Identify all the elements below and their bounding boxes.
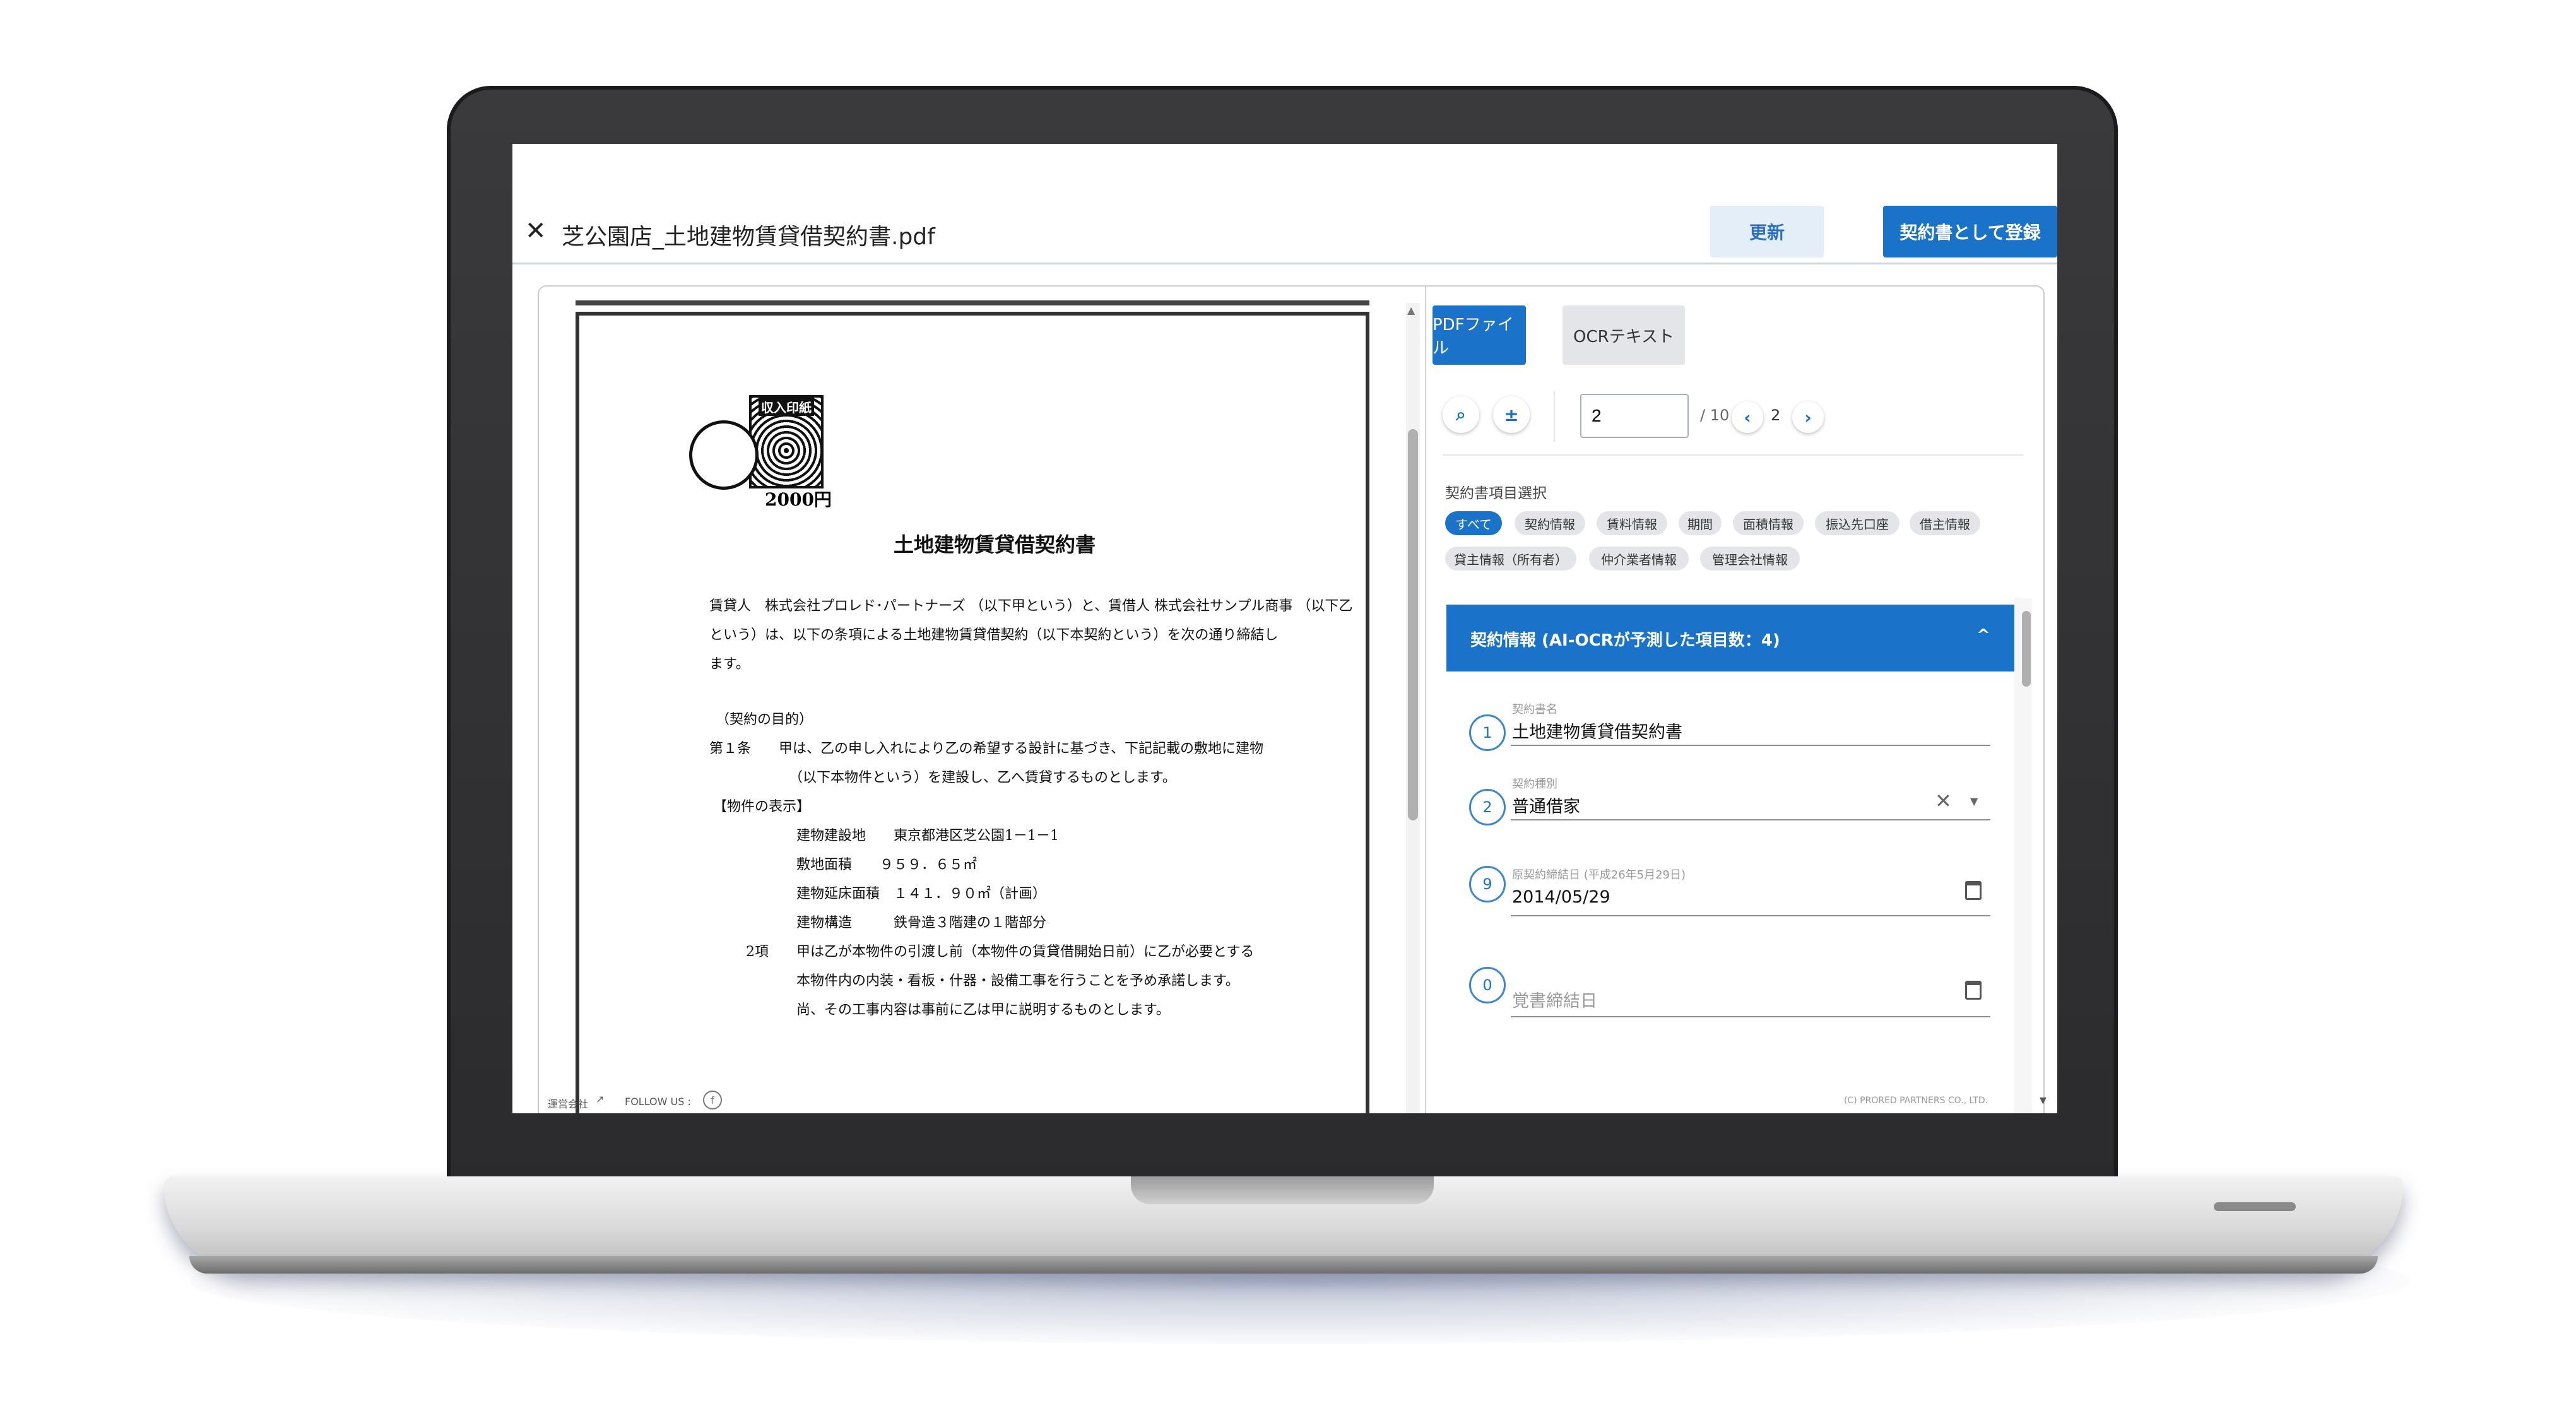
document-line: 賃貸人 株式会社プロレド･パートナーズ （以下甲という）と、賃借人 株式会社サン… xyxy=(709,598,1353,614)
external-link-icon: ↗ xyxy=(596,1093,605,1105)
document-line: という）は、以下の条項による土地建物賃貸借契約（以下本契約という）を次の通り締結… xyxy=(709,627,1279,643)
chip-rent-info[interactable]: 賃料情報 xyxy=(1597,511,1667,535)
app-screen: ✕ 芝公園店_土地建物賃貸借契約書.pdf 更新 契約書として登録 収入印紙 2… xyxy=(512,144,2057,1113)
clear-icon[interactable]: ✕ xyxy=(1935,789,1952,813)
file-title: 芝公園店_土地建物賃貸借契約書.pdf xyxy=(562,224,935,250)
scroll-up-arrow-icon[interactable]: ▲ xyxy=(1407,304,1415,316)
prev-page-icon[interactable]: ‹ xyxy=(1732,401,1763,433)
section-title: 契約情報 (AI-OCRが予測した項目数：4) xyxy=(1470,631,1780,650)
field-underline xyxy=(1511,819,1990,820)
field-number-badge: 2 xyxy=(1469,789,1506,825)
chip-period[interactable]: 期間 xyxy=(1679,511,1722,535)
dropdown-arrow-icon[interactable]: ▼ xyxy=(1970,795,1978,807)
tab-ocr-text[interactable]: OCRテキスト xyxy=(1563,305,1685,365)
chip-all[interactable]: すべて xyxy=(1445,511,1502,535)
document-line: 本物件内の内装・看板・什器・設備工事を行うことを予め承諾します。 xyxy=(796,973,1239,989)
toolbar-separator xyxy=(1443,454,2023,456)
pdf-page xyxy=(576,312,1369,1113)
pdf-scroll-thumb[interactable] xyxy=(1408,429,1418,820)
field-label: 契約書名 xyxy=(1512,703,1557,716)
chip-area-info[interactable]: 面積情報 xyxy=(1733,511,1804,535)
document-line: 尚、その工事内容は事前に乙は甲に説明するものとします。 xyxy=(796,1002,1170,1018)
document-line: 建物構造 鉄骨造３階建の１階部分 xyxy=(796,915,1047,931)
field-underline xyxy=(1511,745,1990,746)
calendar-icon[interactable] xyxy=(1965,881,1982,900)
tab-pdf-file[interactable]: PDFファイル xyxy=(1433,305,1526,365)
field-number-badge: 0 xyxy=(1469,967,1506,1003)
stamp-label: 収入印紙 xyxy=(759,398,814,416)
contract-name-field[interactable]: 土地建物賃貸借契約書 xyxy=(1512,718,1682,743)
field-underline xyxy=(1511,1016,1990,1017)
footer-company-link[interactable]: 運営会社 xyxy=(548,1096,588,1111)
contract-type-select[interactable]: 普通借家 xyxy=(1512,793,1580,817)
document-line: 建物建設地 東京都港区芝公園1－1－1 xyxy=(796,828,1059,844)
field-label: 原契約締結日 (平成26年5月29日) xyxy=(1512,868,1686,882)
document-line: 第１条 甲は、乙の申し入れにより乙の希望する設計に基づき、下記記載の敷地に建物 xyxy=(709,741,1264,757)
document-line: 建物延床面積 １４１．９０㎡（計画） xyxy=(796,886,1047,902)
plus-minus-icon[interactable]: ± xyxy=(1493,396,1530,433)
register-contract-button[interactable]: 契約書として登録 xyxy=(1883,206,2057,257)
memorandum-date-field[interactable]: 覚書締結日 xyxy=(1512,987,1597,1012)
calendar-icon[interactable] xyxy=(1965,981,1982,1000)
panel-divider xyxy=(1425,287,1426,1113)
footer-follow-label: FOLLOW US : xyxy=(625,1096,691,1108)
laptop-slot xyxy=(2214,1202,2296,1211)
page-indicator: 2 xyxy=(1771,406,1781,424)
chip-owner-info[interactable]: 貸主情報（所有者） xyxy=(1445,547,1576,571)
chip-broker-info[interactable]: 仲介業者情報 xyxy=(1589,547,1689,571)
document-line: 2項 甲は乙が本物件の引渡し前（本物件の賃貸借開始日前）に乙が必要とする xyxy=(746,944,1255,960)
field-label: 契約種別 xyxy=(1512,778,1557,791)
document-line: 敷地面積 ９５９．６５㎡ xyxy=(796,857,978,873)
document-line: （以下本物件という）を建設し、乙へ賃貸するものとします。 xyxy=(789,770,1176,786)
facebook-icon[interactable]: f xyxy=(703,1091,722,1109)
pdf-page-edge xyxy=(576,300,1369,305)
item-select-label: 契約書項目選択 xyxy=(1445,485,1547,502)
form-scroll-thumb[interactable] xyxy=(2022,611,2031,687)
page-number-input[interactable] xyxy=(1580,394,1689,438)
stamp-price: 2000円 xyxy=(765,489,832,510)
field-number-badge: 9 xyxy=(1469,866,1506,902)
next-page-icon[interactable]: › xyxy=(1792,401,1824,433)
stamp-cancel-circle xyxy=(689,420,759,490)
document-line: 【物件の表示】 xyxy=(713,799,811,815)
refresh-button[interactable]: 更新 xyxy=(1710,206,1824,257)
document-line: ます。 xyxy=(709,656,750,672)
toolbar-divider xyxy=(1554,391,1555,442)
footer-copyright: (C) PRORED PARTNERS CO., LTD. xyxy=(1844,1096,1988,1106)
contract-info-section-header[interactable]: 契約情報 (AI-OCRが予測した項目数：4) ^ xyxy=(1446,605,2014,671)
pdf-viewer[interactable]: 収入印紙 2000円 土地建物賃貸借契約書 賃貸人 株式会社プロレド･パートナー… xyxy=(540,297,1415,1113)
document-title: 土地建物賃貸借契約書 xyxy=(894,533,1096,557)
chip-management-info[interactable]: 管理会社情報 xyxy=(1700,547,1800,571)
page-total: / 10 xyxy=(1700,406,1730,424)
chevron-up-icon[interactable]: ^ xyxy=(1976,626,1990,645)
original-contract-date-field[interactable]: 2014/05/29 xyxy=(1512,887,1610,907)
chip-contract-info[interactable]: 契約情報 xyxy=(1515,511,1585,535)
chip-tenant-info[interactable]: 借主情報 xyxy=(1910,511,1980,535)
chip-bank-account[interactable]: 振込先口座 xyxy=(1815,511,1900,535)
document-line: （契約の目的） xyxy=(716,712,813,728)
laptop-notch xyxy=(1131,1176,1434,1204)
zoom-fit-icon[interactable]: ⌕ xyxy=(1443,396,1479,433)
laptop-base-edge xyxy=(189,1256,2378,1274)
field-underline xyxy=(1511,915,1990,916)
close-icon[interactable]: ✕ xyxy=(525,218,547,244)
field-number-badge: 1 xyxy=(1469,714,1506,751)
page-scroll-down-icon[interactable]: ▼ xyxy=(2040,1096,2047,1106)
